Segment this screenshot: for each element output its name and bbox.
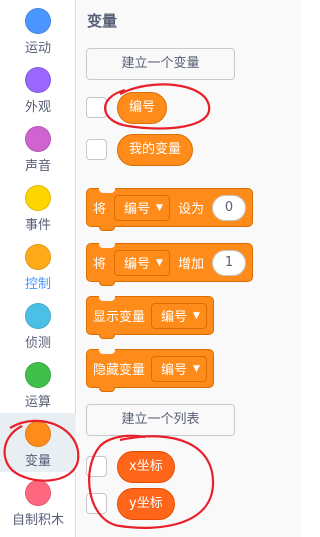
dropdown-value: 编号 bbox=[161, 363, 188, 378]
category-events[interactable]: 事件 bbox=[0, 177, 76, 236]
category-label: 声音 bbox=[24, 159, 51, 174]
dropdown-value: 编号 bbox=[124, 202, 151, 217]
block-text: 设为 bbox=[177, 202, 204, 217]
category-variables[interactable]: 变量 bbox=[0, 413, 76, 472]
category-label: 控制 bbox=[24, 277, 51, 292]
category-label: 变量 bbox=[24, 454, 51, 469]
category-sensing[interactable]: 侦测 bbox=[0, 295, 76, 354]
block-palette: 变量 建立一个变量 编号 我的变量 将 编号 ▼ 设为 0 将 编号 ▼ 增加 … bbox=[77, 0, 301, 537]
motion-category-icon bbox=[25, 8, 51, 34]
dropdown-value: 编号 bbox=[124, 257, 151, 272]
category-sidebar: 运动 外观 声音 事件 控制 侦测 运算 变量 自制积木 bbox=[0, 0, 76, 537]
dropdown-value: 编号 bbox=[161, 310, 188, 325]
category-looks[interactable]: 外观 bbox=[0, 59, 76, 118]
list-reporter[interactable]: x坐标 bbox=[117, 451, 175, 483]
events-category-icon bbox=[25, 185, 51, 211]
make-variable-button[interactable]: 建立一个变量 bbox=[86, 48, 235, 80]
block-text: 将 bbox=[93, 257, 107, 272]
control-category-icon bbox=[25, 244, 51, 270]
list-reporter[interactable]: y坐标 bbox=[117, 488, 175, 520]
operators-category-icon bbox=[25, 362, 51, 388]
looks-category-icon bbox=[25, 67, 51, 93]
category-label: 运算 bbox=[24, 395, 51, 410]
list-checkbox[interactable] bbox=[86, 456, 107, 477]
block-text: 增加 bbox=[177, 257, 204, 272]
sound-category-icon bbox=[25, 126, 51, 152]
category-control[interactable]: 控制 bbox=[0, 236, 76, 295]
caret-down-icon: ▼ bbox=[193, 363, 200, 374]
category-motion[interactable]: 运动 bbox=[0, 0, 76, 59]
category-label: 事件 bbox=[24, 218, 51, 233]
variable-dropdown[interactable]: 编号 ▼ bbox=[114, 194, 170, 221]
hide-variable-block[interactable]: 隐藏变量 编号 ▼ bbox=[86, 349, 214, 392]
set-variable-block[interactable]: 将 编号 ▼ 设为 0 bbox=[86, 188, 253, 231]
caret-down-icon: ▼ bbox=[156, 257, 163, 268]
variable-reporter[interactable]: 编号 bbox=[117, 92, 168, 124]
change-variable-block[interactable]: 将 编号 ▼ 增加 1 bbox=[86, 243, 253, 286]
value-input[interactable]: 1 bbox=[211, 249, 246, 276]
show-variable-block[interactable]: 显示变量 编号 ▼ bbox=[86, 296, 214, 339]
block-text: 将 bbox=[93, 202, 107, 217]
sensing-category-icon bbox=[25, 303, 51, 329]
variable-dropdown[interactable]: 编号 ▼ bbox=[151, 355, 207, 382]
category-sound[interactable]: 声音 bbox=[0, 118, 76, 177]
variable-reporter[interactable]: 我的变量 bbox=[117, 134, 194, 166]
palette-heading: 变量 bbox=[87, 12, 118, 30]
make-list-button[interactable]: 建立一个列表 bbox=[86, 404, 235, 436]
list-checkbox[interactable] bbox=[86, 493, 107, 514]
category-operators[interactable]: 运算 bbox=[0, 354, 76, 413]
category-my-blocks[interactable]: 自制积木 bbox=[0, 472, 76, 531]
block-text: 隐藏变量 bbox=[93, 363, 146, 378]
variable-dropdown[interactable]: 编号 ▼ bbox=[151, 302, 207, 329]
variable-checkbox[interactable] bbox=[86, 97, 107, 118]
my-blocks-category-icon bbox=[25, 480, 51, 506]
value-input[interactable]: 0 bbox=[211, 194, 246, 221]
category-label: 侦测 bbox=[24, 336, 51, 351]
variables-category-icon bbox=[25, 421, 51, 447]
variable-checkbox[interactable] bbox=[86, 139, 107, 160]
category-label: 运动 bbox=[24, 41, 51, 56]
caret-down-icon: ▼ bbox=[193, 310, 200, 321]
category-label: 外观 bbox=[24, 100, 51, 115]
caret-down-icon: ▼ bbox=[156, 202, 163, 213]
block-text: 显示变量 bbox=[93, 310, 146, 325]
variable-dropdown[interactable]: 编号 ▼ bbox=[114, 249, 170, 276]
category-label: 自制积木 bbox=[11, 513, 64, 528]
